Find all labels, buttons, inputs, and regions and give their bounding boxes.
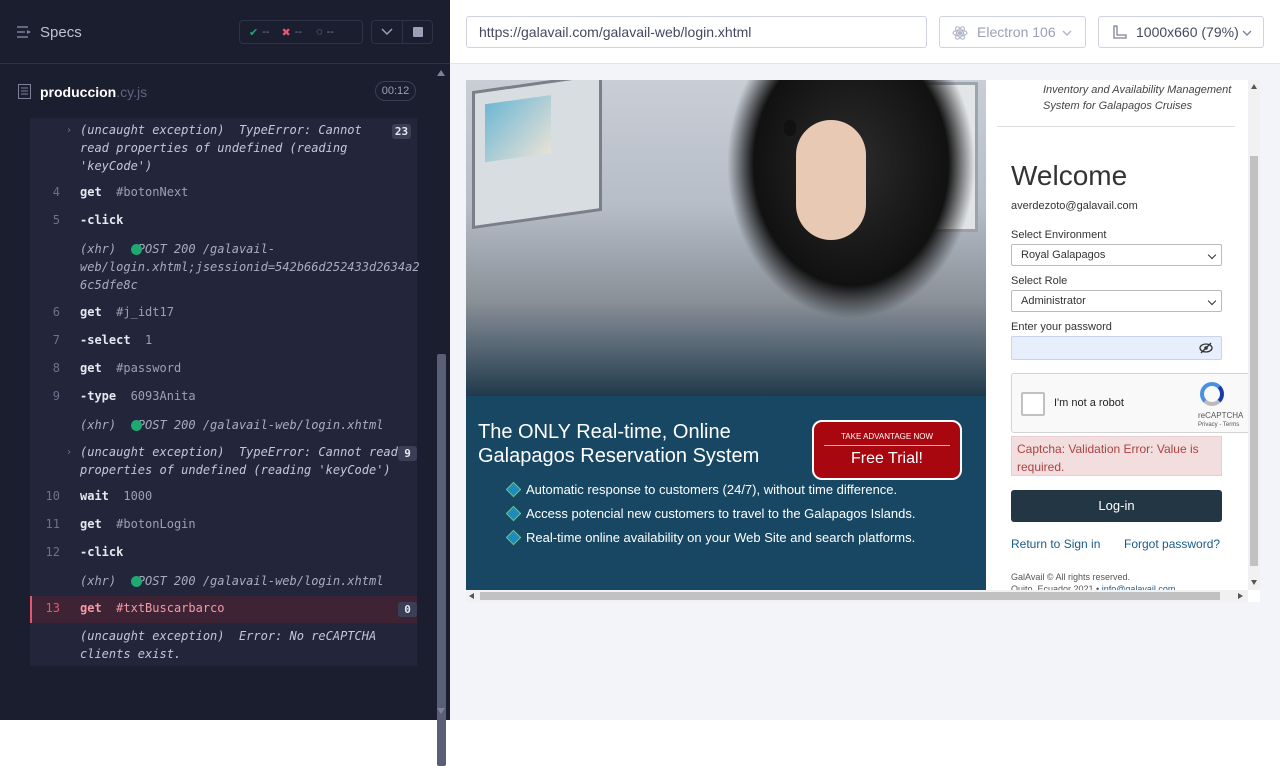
xhr-row[interactable]: (xhr) POST 200 /galavail-web/login.xhtml — [80, 572, 383, 590]
eye-slash-icon[interactable] — [1199, 342, 1213, 354]
chevron-down-icon — [1207, 250, 1217, 260]
browser-selector[interactable]: Electron 106 — [939, 16, 1086, 48]
ruler-icon — [1113, 25, 1127, 39]
chevron-down-icon — [1062, 30, 1072, 36]
promo-title: The ONLY Real-time, Online Galapagos Res… — [478, 421, 760, 467]
galavail-login-page: The ONLY Real-time, Online Galapagos Res… — [466, 80, 1260, 602]
expand-caret-icon[interactable]: › — [66, 447, 72, 458]
aut-header: https://galavail.com/galavail-web/login.… — [450, 0, 1280, 64]
pending-count: -- — [326, 26, 334, 38]
feature-item: Automatic response to customers (24/7), … — [505, 480, 978, 499]
recaptcha-label: I'm not a robot — [1054, 397, 1124, 409]
recaptcha-widget: I'm not a robot reCAPTCHA Privacy - Term… — [1011, 373, 1251, 433]
expand-caret-icon[interactable]: › — [66, 125, 72, 136]
password-input[interactable] — [1011, 336, 1222, 360]
welcome-heading: Welcome — [1011, 160, 1128, 191]
return-to-sign-in-link[interactable]: Return to Sign in — [1011, 537, 1100, 551]
test-stats: ✔ -- ✖ -- ◌ -- — [239, 20, 363, 44]
stop-icon[interactable] — [413, 27, 423, 37]
headset-icon — [784, 120, 796, 136]
uncaught-exception-2[interactable]: (uncaught exception) TypeError: Cannot r… — [80, 443, 398, 479]
chevron-down-icon[interactable] — [381, 27, 393, 37]
chevron-down-icon — [1207, 296, 1217, 306]
role-select[interactable]: Administrator — [1011, 290, 1222, 312]
exception-count: 23 — [392, 124, 411, 139]
electron-icon — [952, 26, 968, 40]
check-icon: ✔ — [249, 26, 259, 39]
hero-image — [466, 80, 986, 396]
forgot-password-link[interactable]: Forgot password? — [1124, 537, 1220, 551]
captcha-error-message: Captcha: Validation Error: Value is requ… — [1011, 436, 1222, 476]
recaptcha-checkbox[interactable] — [1021, 392, 1045, 416]
passed-count: -- — [262, 26, 270, 38]
exception-count: 9 — [398, 446, 417, 461]
specs-label[interactable]: Specs — [40, 24, 82, 41]
viewport-selector[interactable]: 1000x660 (79%) — [1098, 16, 1264, 48]
command-log: › (uncaught exception) TypeError: Cannot… — [30, 118, 420, 666]
login-panel: Inventory and Availability Management Sy… — [997, 80, 1251, 594]
failed-count: -- — [294, 26, 303, 38]
user-email: averdezoto@galavail.com — [1011, 200, 1138, 212]
chevron-down-icon — [1242, 30, 1252, 36]
monitor-image — [472, 80, 602, 230]
login-button[interactable]: Log-in — [1011, 490, 1222, 522]
cypress-reporter: Specs ✔ -- ✖ -- ◌ -- produccion.cy.js 00:12… — [0, 0, 450, 766]
reporter-header: Specs ✔ -- ✖ -- ◌ -- — [0, 0, 450, 64]
app-preview: https://galavail.com/galavail-web/login.… — [450, 0, 1280, 720]
spec-file-name[interactable]: produccion.cy.js — [40, 84, 147, 100]
role-label: Select Role — [1011, 275, 1068, 287]
status-dot-icon — [131, 420, 142, 431]
tagline: Inventory and Availability Management Sy… — [1043, 84, 1232, 112]
viewport-label: 1000x660 (79%) — [1136, 24, 1239, 40]
diamond-bullet-icon — [505, 481, 522, 498]
url-bar[interactable]: https://galavail.com/galavail-web/login.… — [466, 16, 927, 48]
spec-duration: 00:12 — [375, 81, 416, 101]
browser-label: Electron 106 — [977, 24, 1056, 40]
specs-list-icon[interactable] — [17, 26, 32, 38]
recaptcha-logo-icon — [1200, 382, 1224, 406]
x-icon: ✖ — [281, 26, 291, 39]
password-label: Enter your password — [1011, 321, 1112, 333]
command-count: 0 — [398, 602, 417, 617]
document-icon — [18, 84, 31, 99]
env-label: Select Environment — [1011, 229, 1107, 241]
uncaught-exception-3[interactable]: (uncaught exception) Error: No reCAPTCHA… — [80, 627, 376, 663]
xhr-row[interactable]: (xhr) POST 200 /galavail-web/login.xhtml — [80, 416, 383, 434]
diamond-bullet-icon — [505, 505, 522, 522]
status-dot-icon — [131, 244, 142, 255]
pending-circle-icon: ◌ — [316, 26, 323, 38]
feature-list: Automatic response to customers (24/7), … — [505, 480, 978, 552]
free-trial-button[interactable]: TAKE ADVANTAGE NOW Free Trial! — [812, 420, 962, 480]
feature-item: Real-time online availability on your We… — [505, 528, 978, 547]
page-vertical-scrollbar[interactable] — [1248, 80, 1260, 590]
feature-item: Access potencial new customers to travel… — [505, 504, 978, 523]
uncaught-exception-1[interactable]: (uncaught exception) TypeError: Cannot r… — [80, 121, 362, 175]
page-horizontal-scrollbar[interactable] — [466, 590, 1248, 602]
run-controls — [371, 20, 433, 44]
reporter-scrollbar[interactable] — [433, 64, 450, 766]
status-dot-icon — [131, 576, 142, 587]
environment-select[interactable]: Royal Galapagos — [1011, 244, 1222, 266]
diamond-bullet-icon — [505, 529, 522, 546]
